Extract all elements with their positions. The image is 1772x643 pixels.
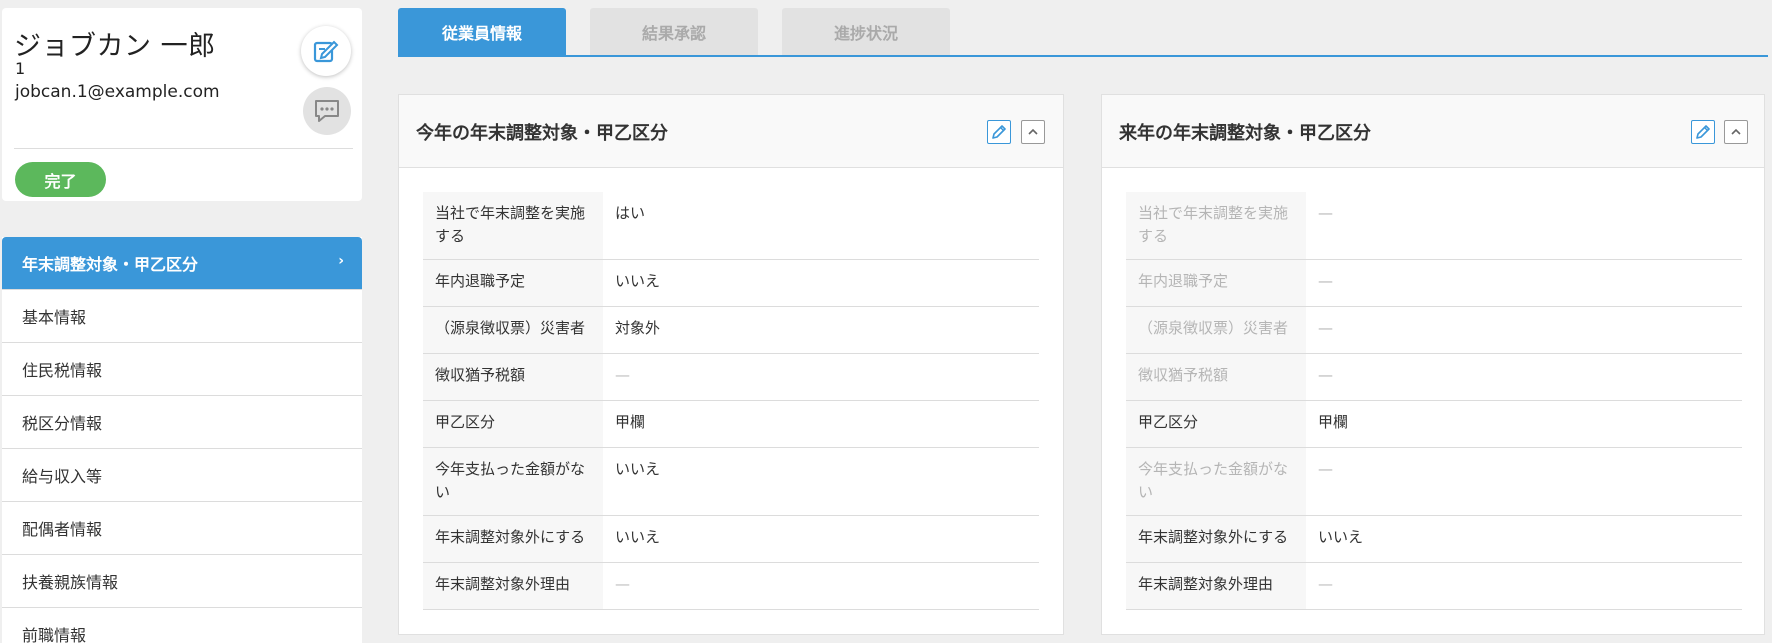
pencil-icon	[992, 125, 1006, 139]
tab-employee-info[interactable]: 従業員情報	[398, 8, 566, 55]
sidebar-item-year-end-target[interactable]: 年末調整対象・甲乙区分 ›	[2, 237, 362, 290]
row-value: —	[615, 575, 630, 593]
row-value: —	[615, 366, 630, 384]
row-value: —	[1318, 575, 1333, 593]
row-value: 甲欄	[1318, 413, 1349, 431]
chevron-up-icon	[1731, 128, 1741, 135]
row-label: 甲乙区分	[1126, 401, 1306, 447]
table-row: 今年支払った金額がない —	[1126, 448, 1742, 516]
sidebar-item-dependents[interactable]: 扶養親族情報	[2, 555, 362, 608]
row-label: 年内退職予定	[423, 260, 603, 306]
row-value: いいえ	[615, 272, 661, 290]
row-value: —	[1318, 204, 1333, 222]
edit-icon	[313, 40, 339, 63]
table-row: （源泉徴収票）災害者 —	[1126, 307, 1742, 354]
row-value: いいえ	[1318, 528, 1364, 546]
panel-collapse-button[interactable]	[1724, 120, 1748, 144]
table-row: 徴収猶予税額 —	[423, 354, 1039, 401]
edit-profile-button[interactable]	[301, 26, 351, 76]
table-row: 徴収猶予税額 —	[1126, 354, 1742, 401]
this-year-panel: 今年の年末調整対象・甲乙区分 当社で年末調整を実施する はい 年内退職予定 いい…	[398, 94, 1064, 635]
row-label: 甲乙区分	[423, 401, 603, 447]
sidebar-item-label: 年末調整対象・甲乙区分	[22, 255, 199, 274]
row-value: —	[1318, 319, 1333, 337]
next-year-panel: 来年の年末調整対象・甲乙区分 当社で年末調整を実施する — 年内退職予定 — （…	[1101, 94, 1765, 635]
sidebar-nav: 年末調整対象・甲乙区分 › 基本情報 住民税情報 税区分情報 給与収入等 配偶者…	[2, 237, 362, 643]
profile-divider	[14, 148, 353, 149]
row-value: 対象外	[615, 319, 661, 337]
row-label: 年末調整対象外理由	[1126, 563, 1306, 609]
table-row: 当社で年末調整を実施する はい	[423, 192, 1039, 260]
row-label: 年末調整対象外にする	[423, 516, 603, 562]
tab-bar: 従業員情報 結果承認 進捗状況	[398, 8, 1768, 57]
sidebar-item-previous-job[interactable]: 前職情報	[2, 608, 362, 643]
row-label: 当社で年末調整を実施する	[1126, 192, 1306, 259]
table-row: 今年支払った金額がない いいえ	[423, 448, 1039, 516]
row-value: —	[1318, 366, 1333, 384]
row-label: （源泉徴収票）災害者	[1126, 307, 1306, 353]
info-table: 当社で年末調整を実施する — 年内退職予定 — （源泉徴収票）災害者 — 徴収猶…	[1126, 192, 1742, 610]
table-row: 甲乙区分 甲欄	[423, 401, 1039, 448]
row-label: 年末調整対象外理由	[423, 563, 603, 609]
chevron-right-icon: ›	[338, 253, 344, 269]
row-label: 徴収猶予税額	[1126, 354, 1306, 400]
row-label: 年内退職予定	[1126, 260, 1306, 306]
employee-name: ジョブカン 一郎	[14, 31, 216, 62]
table-row: 年内退職予定 いいえ	[423, 260, 1039, 307]
row-value: いいえ	[615, 460, 661, 478]
info-table: 当社で年末調整を実施する はい 年内退職予定 いいえ （源泉徴収票）災害者 対象…	[423, 192, 1039, 610]
sidebar-item-resident-tax[interactable]: 住民税情報	[2, 343, 362, 396]
chat-icon	[315, 100, 339, 122]
table-row: 年末調整対象外にする いいえ	[423, 516, 1039, 563]
row-label: （源泉徴収票）災害者	[423, 307, 603, 353]
sidebar-item-tax-category[interactable]: 税区分情報	[2, 396, 362, 449]
table-row: 年内退職予定 —	[1126, 260, 1742, 307]
tab-progress[interactable]: 進捗状況	[782, 8, 950, 55]
employee-email: jobcan.1@example.com	[15, 82, 220, 102]
row-label: 当社で年末調整を実施する	[423, 192, 603, 259]
status-badge: 完了	[15, 162, 106, 197]
table-row: 年末調整対象外理由 —	[423, 563, 1039, 610]
table-row: 年末調整対象外理由 —	[1126, 563, 1742, 610]
row-value: —	[1318, 272, 1333, 290]
row-value: いいえ	[615, 528, 661, 546]
panel-title: 今年の年末調整対象・甲乙区分	[416, 123, 668, 144]
sidebar-item-label: 基本情報	[22, 308, 87, 327]
row-value: —	[1318, 460, 1333, 478]
row-label: 徴収猶予税額	[423, 354, 603, 400]
sidebar-item-label: 配偶者情報	[22, 520, 103, 539]
sidebar-item-label: 扶養親族情報	[22, 573, 119, 592]
sidebar-item-basic-info[interactable]: 基本情報	[2, 290, 362, 343]
row-label: 年末調整対象外にする	[1126, 516, 1306, 562]
sidebar-item-label: 給与収入等	[22, 467, 103, 486]
panel-collapse-button[interactable]	[1021, 120, 1045, 144]
panel-title: 来年の年末調整対象・甲乙区分	[1119, 123, 1371, 144]
row-label: 今年支払った金額がない	[423, 448, 603, 515]
sidebar-item-label: 住民税情報	[22, 361, 103, 380]
chevron-up-icon	[1028, 128, 1038, 135]
panel-header: 来年の年末調整対象・甲乙区分	[1102, 95, 1764, 168]
table-row: 甲乙区分 甲欄	[1126, 401, 1742, 448]
message-button[interactable]	[303, 87, 351, 135]
panel-edit-button[interactable]	[1691, 120, 1715, 144]
tab-result-approval[interactable]: 結果承認	[590, 8, 758, 55]
pencil-icon	[1696, 125, 1710, 139]
row-value: 甲欄	[615, 413, 646, 431]
table-row: （源泉徴収票）災害者 対象外	[423, 307, 1039, 354]
panel-header: 今年の年末調整対象・甲乙区分	[399, 95, 1063, 168]
sidebar-item-label: 税区分情報	[22, 414, 103, 433]
row-label: 今年支払った金額がない	[1126, 448, 1306, 515]
sidebar-item-salary-income[interactable]: 給与収入等	[2, 449, 362, 502]
table-row: 年末調整対象外にする いいえ	[1126, 516, 1742, 563]
panel-edit-button[interactable]	[987, 120, 1011, 144]
table-row: 当社で年末調整を実施する —	[1126, 192, 1742, 260]
employee-id: 1	[15, 59, 26, 78]
row-value: はい	[615, 204, 646, 222]
sidebar-item-label: 前職情報	[22, 626, 87, 643]
profile-card: ジョブカン 一郎 1 jobcan.1@example.com 完了	[2, 8, 362, 201]
sidebar-item-spouse[interactable]: 配偶者情報	[2, 502, 362, 555]
